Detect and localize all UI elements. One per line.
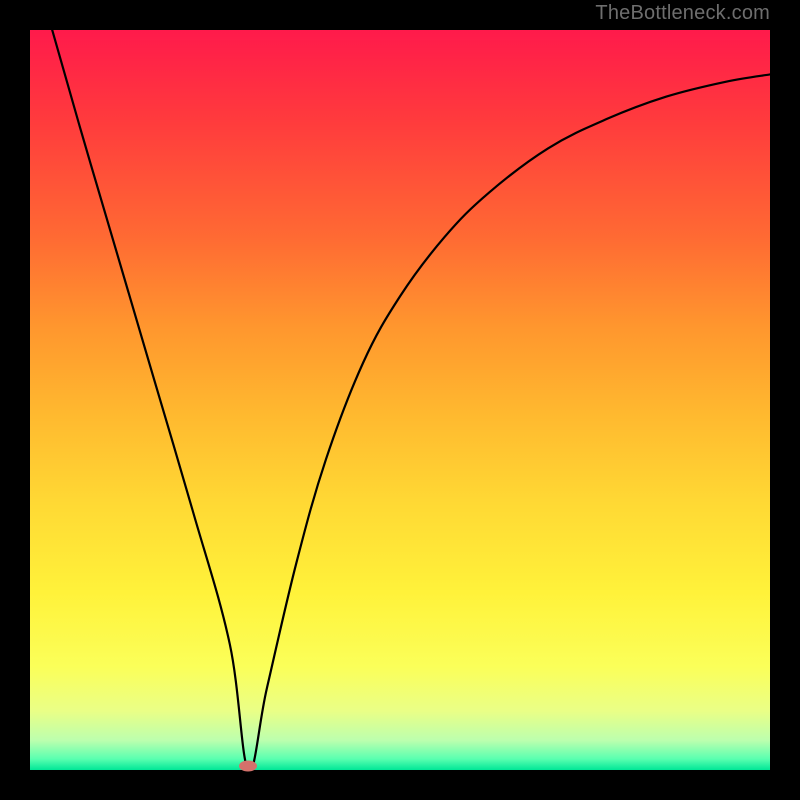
curve-layer bbox=[30, 30, 770, 770]
watermark-text: TheBottleneck.com bbox=[595, 2, 770, 25]
optimum-marker bbox=[239, 761, 257, 772]
chart-frame: TheBottleneck.com bbox=[0, 0, 800, 800]
plot-area bbox=[30, 30, 770, 770]
bottleneck-curve bbox=[52, 30, 770, 770]
